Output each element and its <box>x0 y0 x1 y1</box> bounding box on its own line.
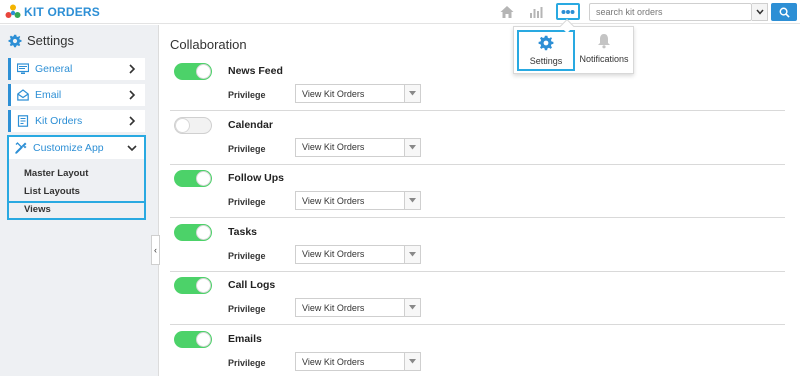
menu-item-label: Notifications <box>579 54 629 64</box>
privilege-value: View Kit Orders <box>302 195 365 206</box>
feature-row: News Feed Privilege View Kit Orders <box>170 57 785 111</box>
toggle-knob <box>196 332 211 347</box>
chevron-down-icon <box>127 145 137 152</box>
feature-toggle[interactable] <box>174 116 212 134</box>
chevron-down-icon <box>755 9 764 15</box>
sidebar-item-label: Kit Orders <box>35 115 83 127</box>
search-input[interactable] <box>589 3 752 21</box>
toggle-knob <box>196 171 211 187</box>
privilege-label: Privilege <box>228 304 266 315</box>
dropdown-arrow-icon <box>404 138 420 156</box>
dropdown-arrow-icon <box>404 245 420 263</box>
sidebar-collapse-handle[interactable]: ‹ <box>151 235 160 265</box>
bell-icon <box>598 34 610 49</box>
sidebar-item-label: Email <box>35 89 62 101</box>
feature-row: Call Logs Privilege View Kit Orders <box>170 271 785 326</box>
menu-item-settings[interactable]: Settings <box>517 30 575 71</box>
feature-toggle[interactable] <box>174 331 212 348</box>
sidebar-item-email[interactable]: Email <box>8 84 145 106</box>
privilege-value: View Kit Orders <box>302 356 365 367</box>
dropdown-arrow-icon <box>404 299 420 317</box>
privilege-label: Privilege <box>228 358 266 368</box>
privilege-label: Privilege <box>228 250 266 261</box>
chevron-right-icon <box>129 64 136 74</box>
search-scope-dropdown[interactable] <box>752 3 768 21</box>
toggle-knob <box>196 224 211 240</box>
privilege-select[interactable]: View Kit Orders <box>295 84 421 103</box>
sidebar-subitem-views[interactable]: Views <box>24 204 51 215</box>
toggle-knob <box>196 278 211 294</box>
feature-name: Tasks <box>228 225 257 238</box>
gear-icon <box>8 34 22 47</box>
top-bar: KIT ORDERS <box>0 0 800 24</box>
gear-icon <box>538 35 554 51</box>
feature-name: News Feed <box>228 65 283 77</box>
bar-chart-icon[interactable] <box>528 4 544 20</box>
feature-row: Tasks Privilege View Kit Orders <box>170 218 785 272</box>
dropdown-arrow-icon <box>404 192 420 210</box>
sidebar: Settings General Email Kit Orders Custom… <box>0 25 159 376</box>
dropdown-arrow-icon <box>404 353 420 370</box>
feature-name: Calendar <box>228 118 273 131</box>
email-icon <box>17 89 29 101</box>
document-icon <box>17 115 29 127</box>
feature-row: Follow Ups Privilege View Kit Orders <box>170 164 785 219</box>
more-dots-icon <box>561 9 575 14</box>
feature-toggle[interactable] <box>174 63 212 80</box>
dropdown-arrow-icon <box>404 85 420 102</box>
search-icon <box>779 7 790 18</box>
sidebar-subitem-master-layout[interactable]: Master Layout <box>24 168 88 179</box>
privilege-select[interactable]: View Kit Orders <box>295 137 421 157</box>
feature-toggle[interactable] <box>174 170 212 188</box>
privilege-value: View Kit Orders <box>302 249 365 260</box>
privilege-select[interactable]: View Kit Orders <box>295 352 421 371</box>
privilege-select[interactable]: View Kit Orders <box>295 244 421 264</box>
feature-name: Follow Ups <box>228 172 284 185</box>
logo-icon <box>5 4 21 18</box>
tools-icon <box>15 142 27 154</box>
feature-toggle[interactable] <box>174 223 212 241</box>
app-title: KIT ORDERS <box>24 5 101 19</box>
page-title: Collaboration <box>170 37 247 52</box>
privilege-select[interactable]: View Kit Orders <box>295 191 421 211</box>
more-menu-popup: Settings Notifications <box>513 26 634 74</box>
sidebar-item-kit-orders[interactable]: Kit Orders <box>8 110 145 132</box>
feature-row: Emails Privilege View Kit Orders <box>170 325 785 376</box>
feature-toggle[interactable] <box>174 277 212 295</box>
sidebar-item-label: General <box>35 63 73 75</box>
chevron-right-icon <box>129 90 136 100</box>
privilege-value: View Kit Orders <box>302 302 365 313</box>
sidebar-title-label: Settings <box>27 33 74 48</box>
toggle-knob <box>175 117 190 133</box>
home-icon[interactable] <box>499 4 515 20</box>
menu-item-notifications[interactable]: Notifications <box>576 30 632 71</box>
sidebar-title: Settings <box>8 33 74 48</box>
feature-name: Emails <box>228 333 262 345</box>
privilege-value: View Kit Orders <box>302 142 365 153</box>
menu-item-label: Settings <box>529 56 563 66</box>
monitor-icon <box>17 63 29 74</box>
privilege-label: Privilege <box>228 90 266 100</box>
sidebar-item-label: Customize App <box>33 142 104 154</box>
feature-name: Call Logs <box>228 279 276 292</box>
toggle-knob <box>196 64 211 79</box>
feature-row: Calendar Privilege View Kit Orders <box>170 111 785 165</box>
privilege-label: Privilege <box>228 143 266 154</box>
sidebar-item-general[interactable]: General <box>8 58 145 80</box>
privilege-value: View Kit Orders <box>302 88 365 99</box>
privilege-select[interactable]: View Kit Orders <box>295 298 421 318</box>
app-logo[interactable]: KIT ORDERS <box>5 4 100 20</box>
privilege-label: Privilege <box>228 197 266 208</box>
search-button[interactable] <box>771 3 797 21</box>
sidebar-item-customize-app[interactable]: Customize App <box>9 137 144 159</box>
more-menu-button[interactable] <box>556 3 580 20</box>
chevron-right-icon <box>129 116 136 126</box>
sidebar-subitem-list-layouts[interactable]: List Layouts <box>24 186 80 197</box>
